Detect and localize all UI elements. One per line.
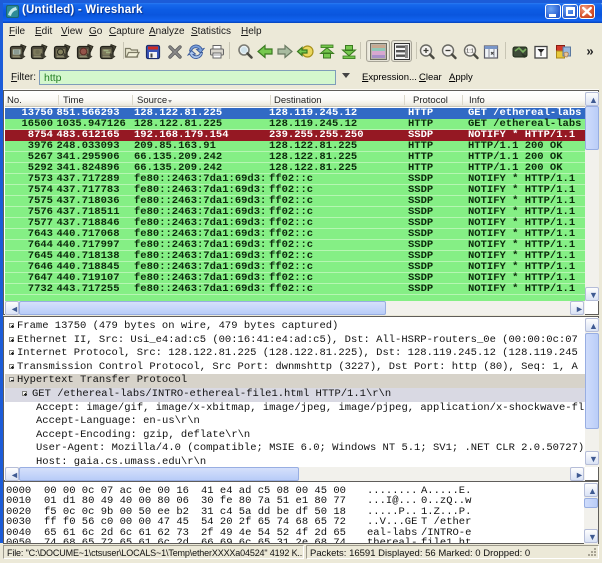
svg-text:1:1: 1:1 — [466, 49, 474, 55]
svg-text:»: » — [586, 44, 593, 59]
